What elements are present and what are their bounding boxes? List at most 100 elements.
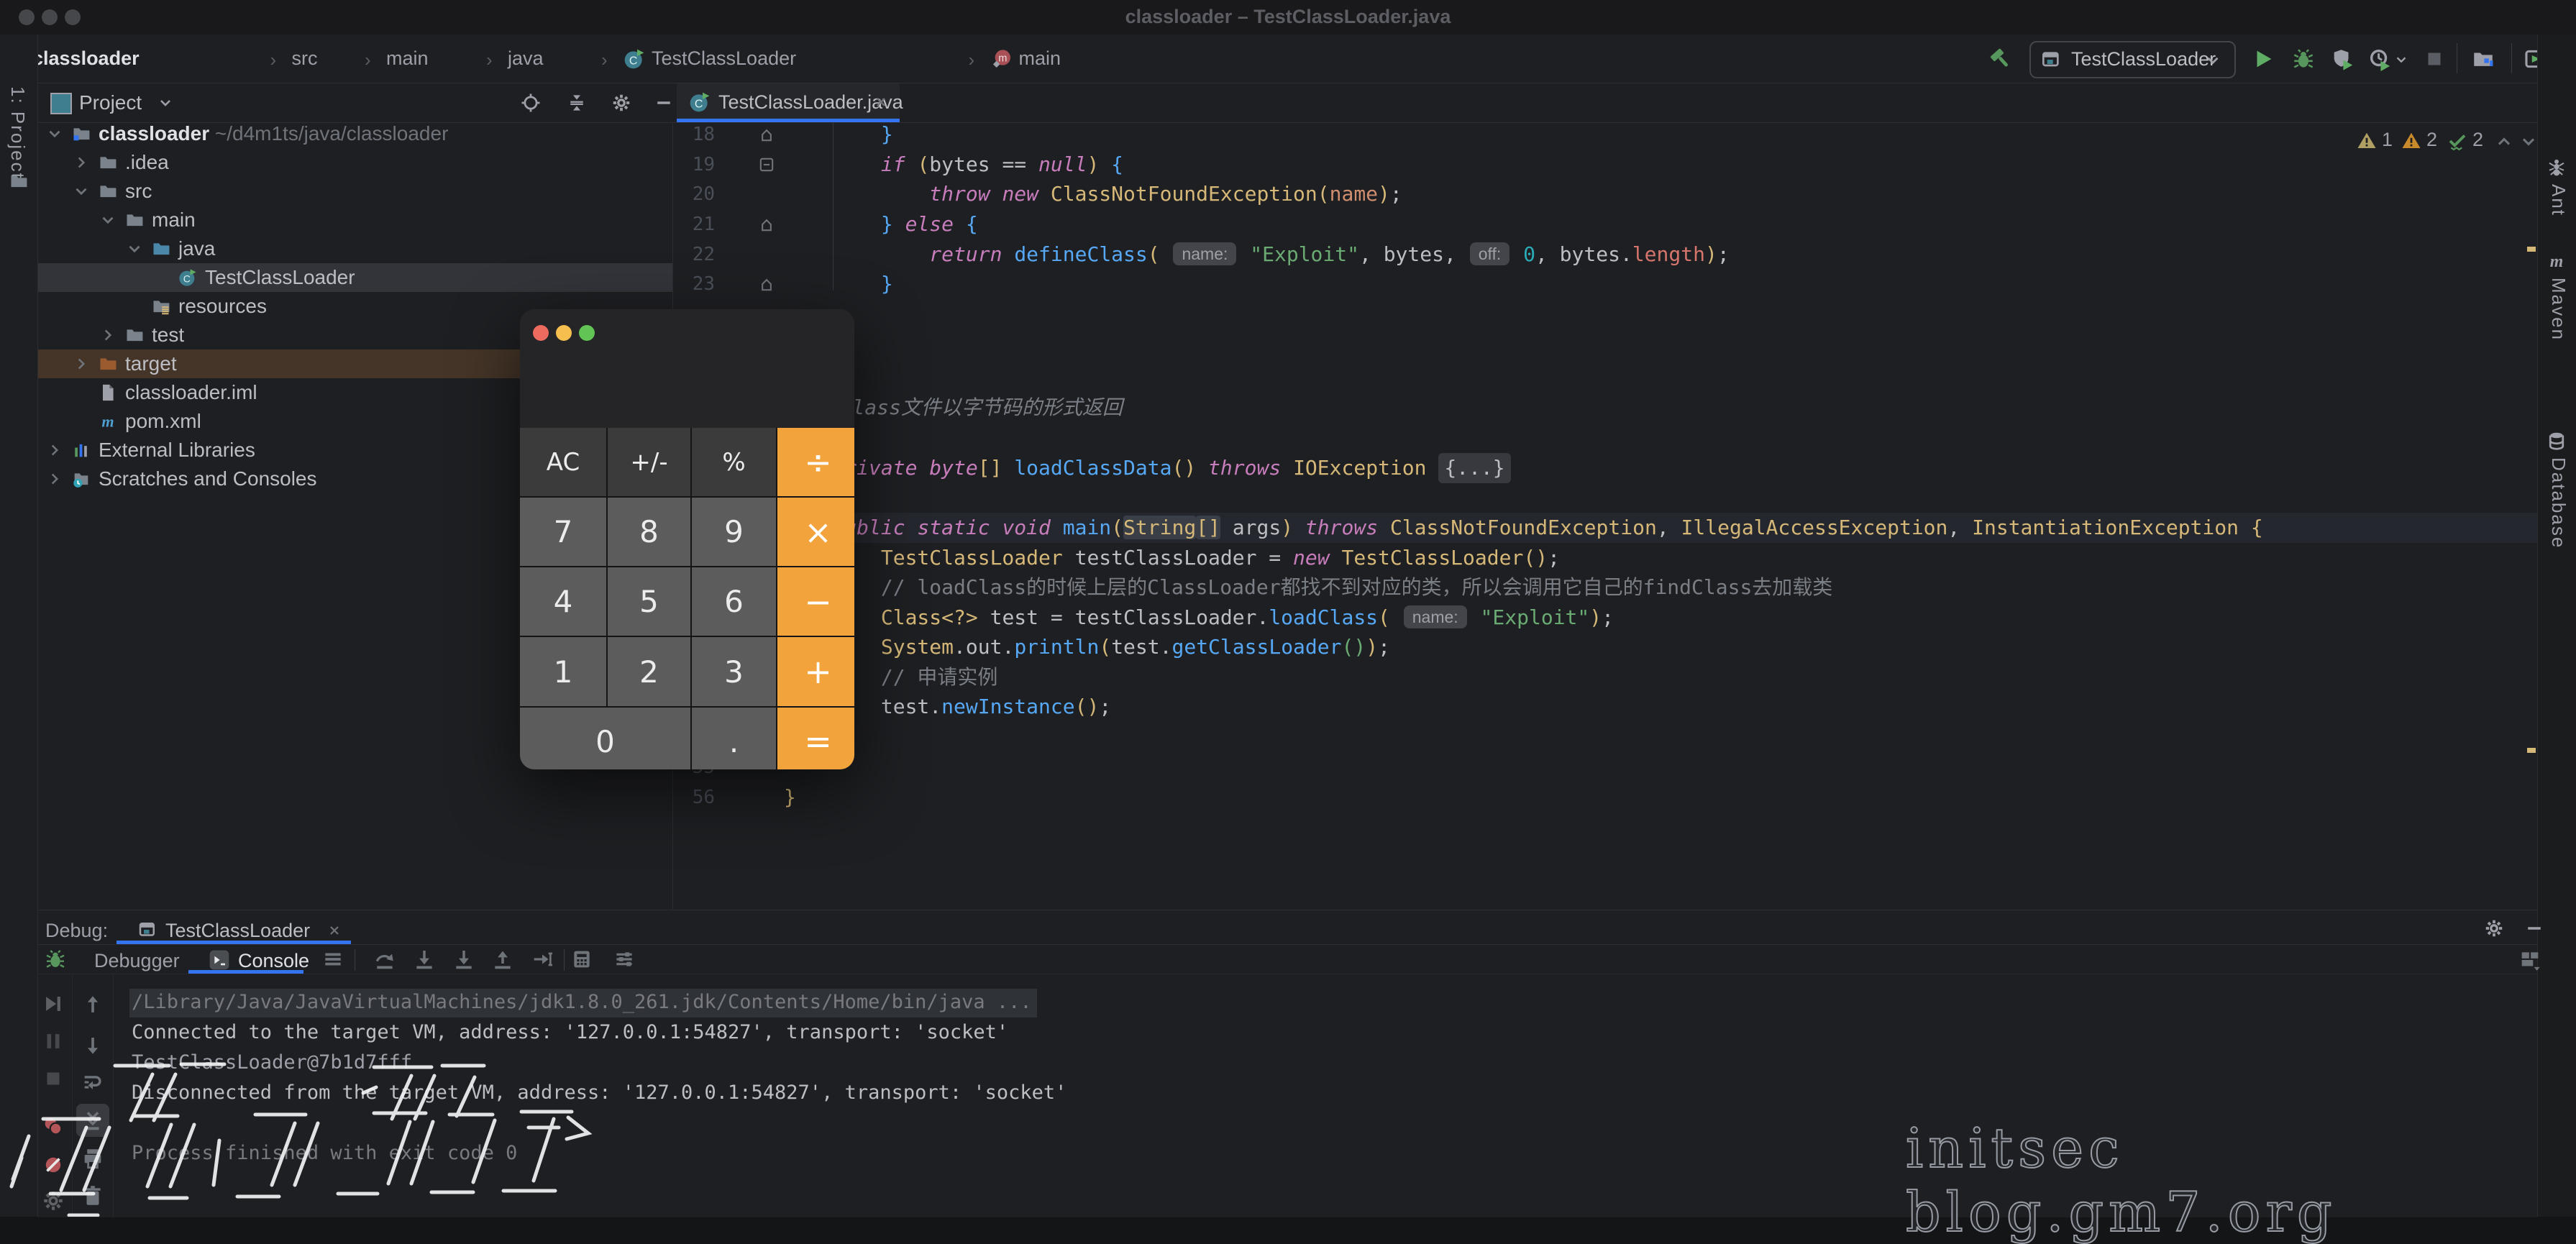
toolwindow-maven[interactable]: mMaven	[2538, 250, 2576, 337]
code-line[interactable]: public static void main(String[] args) t…	[784, 513, 2263, 543]
tree-row-src[interactable]: src	[38, 177, 672, 206]
calc-key-4[interactable]: 4	[520, 567, 606, 636]
collapse-all-button-icon[interactable]	[566, 92, 588, 114]
layout-settings-button-icon[interactable]	[613, 948, 636, 971]
chevron-expanded-icon[interactable]	[125, 239, 144, 258]
soft-wrap-button-icon[interactable]	[81, 1070, 105, 1094]
debug-header-settings-icon[interactable]	[2483, 918, 2505, 939]
tab-close-icon[interactable]	[872, 93, 890, 111]
tab-testclassloader-java[interactable]: CTestClassLoader.java	[677, 83, 900, 122]
step-out-button-icon[interactable]	[491, 948, 514, 971]
tree-row--idea[interactable]: .idea	[38, 148, 672, 177]
locate-file-button-icon[interactable]	[520, 92, 542, 114]
code-line[interactable]: return defineClass( name: "Exploit", byt…	[784, 239, 1730, 270]
chevron-collapsed-icon[interactable]	[45, 470, 64, 488]
toolwindow-database[interactable]: Database	[2538, 430, 2576, 516]
chevron-collapsed-icon[interactable]	[99, 326, 117, 344]
calc-zoom-button[interactable]	[579, 325, 595, 341]
debug-button-icon[interactable]	[2291, 47, 2316, 71]
calc-key-2[interactable]: 2	[608, 637, 690, 706]
tab-debugger[interactable]: Debugger	[94, 950, 180, 972]
debug-tab-close-icon[interactable]	[326, 922, 343, 939]
code-line[interactable]: if (bytes == null) {	[784, 150, 1123, 180]
calc-key-3[interactable]: 3	[692, 637, 776, 706]
step-into-button-icon[interactable]	[413, 948, 436, 971]
code-line[interactable]: private byte[] loadClassData() throws IO…	[784, 453, 1511, 483]
calc-key-9[interactable]: 9	[692, 498, 776, 566]
profiler-button-icon[interactable]	[2367, 47, 2392, 71]
code-line[interactable]: } else {	[784, 209, 978, 239]
breadcrumb-item-src[interactable]: src	[292, 47, 318, 70]
code-line[interactable]: }	[784, 123, 893, 150]
project-title-chevron-icon[interactable]	[157, 94, 174, 111]
chevron-expanded-icon[interactable]	[99, 211, 117, 229]
breadcrumb-item-java[interactable]: java	[508, 47, 544, 70]
mute-breakpoints-button-icon[interactable]	[41, 1153, 65, 1177]
code-line[interactable]: System.out.println(test.getClassLoader()…	[784, 632, 1390, 662]
run-configuration-select[interactable]: TestClassLoader	[2029, 41, 2236, 78]
code-line[interactable]: throw new ClassNotFoundException(name);	[784, 179, 1402, 209]
calc-key-6[interactable]: 6	[692, 567, 776, 636]
calc-key-+[interactable]: +	[777, 637, 854, 706]
calc-key-7[interactable]: 7	[520, 498, 606, 566]
chevron-collapsed-icon[interactable]	[72, 153, 91, 172]
calc-key-1[interactable]: 1	[520, 637, 606, 706]
tree-row-java[interactable]: java	[38, 234, 672, 263]
debug-header-hide-icon[interactable]	[2524, 918, 2545, 939]
chevron-expanded-icon[interactable]	[45, 124, 64, 143]
evaluate-expression-button-icon[interactable]	[570, 948, 593, 971]
toolwindow-ant[interactable]: Ant	[2538, 157, 2576, 243]
code-line[interactable]: }	[784, 269, 893, 299]
project-panel-title[interactable]: Project	[79, 91, 142, 114]
code-line[interactable]: TestClassLoader testClassLoader = new Te…	[784, 543, 1560, 573]
tab-console[interactable]: Console	[238, 950, 309, 972]
fold-marker-icon[interactable]	[757, 214, 777, 234]
console-menu-icon[interactable]	[321, 948, 344, 971]
view-breakpoints-button-icon[interactable]	[41, 1114, 65, 1138]
stripe-project-label[interactable]: 1: Project	[6, 86, 29, 180]
resume-button-icon[interactable]	[41, 992, 65, 1016]
calc-key-=[interactable]: =	[777, 708, 854, 769]
calc-key-0[interactable]: 0	[520, 708, 690, 769]
build-hammer-icon[interactable]	[1988, 46, 2014, 72]
breadcrumb-item-TestClassLoader[interactable]: TestClassLoader	[652, 47, 796, 70]
breadcrumb-item-main[interactable]: main	[1019, 47, 1061, 70]
up-stack-button-icon[interactable]	[81, 993, 105, 1017]
tree-row-classloader[interactable]: classloader ~/d4m1ts/java/classloader	[38, 119, 672, 148]
print-console-button-icon[interactable]	[81, 1146, 105, 1171]
fold-marker-icon[interactable]	[757, 274, 777, 294]
code-line[interactable]: }	[784, 782, 796, 813]
chevron-expanded-icon[interactable]	[72, 182, 91, 201]
project-structure-button-icon[interactable]	[2471, 47, 2495, 71]
calculator-window[interactable]: 0 AC+/-%÷789×456−123+0.=	[520, 309, 854, 769]
calc-key-8[interactable]: 8	[608, 498, 690, 566]
calc-key-AC[interactable]: AC	[520, 428, 606, 496]
scroll-to-end-button-icon[interactable]	[81, 1108, 105, 1133]
calc-key-%[interactable]: %	[692, 428, 776, 496]
pause-button-icon[interactable]	[41, 1029, 65, 1053]
fold-marker-icon[interactable]	[757, 155, 777, 175]
step-over-button-icon[interactable]	[373, 948, 396, 971]
editor[interactable]: 18 }19 if (bytes == null) {20 throw new …	[673, 123, 2537, 910]
debug-settings-button-icon[interactable]	[41, 1189, 65, 1213]
calc-key-+/-[interactable]: +/-	[608, 428, 690, 496]
calc-close-button[interactable]	[533, 325, 549, 341]
run-to-cursor-button-icon[interactable]	[531, 948, 554, 971]
breadcrumb-item-main[interactable]: main	[386, 47, 429, 70]
run-button-icon[interactable]	[2251, 47, 2275, 71]
stop-button-icon[interactable]	[2422, 47, 2447, 71]
fold-marker-icon[interactable]	[757, 124, 777, 145]
profiler-chevron-down-icon[interactable]	[2393, 52, 2409, 68]
code-line[interactable]: // loadClass的时候上层的ClassLoader都找不到对应的类，所以…	[784, 572, 1832, 603]
restore-layout-button-icon[interactable]	[2518, 948, 2542, 972]
next-problem-icon[interactable]	[2518, 132, 2537, 152]
calc-key-×[interactable]: ×	[777, 498, 854, 566]
prev-problem-icon[interactable]	[2494, 132, 2514, 152]
clear-console-button-icon[interactable]	[81, 1184, 105, 1208]
tree-row-main[interactable]: main	[38, 206, 672, 234]
calc-key-5[interactable]: 5	[608, 567, 690, 636]
breadcrumb-item-classloader[interactable]: classloader	[32, 47, 140, 70]
calc-minimize-button[interactable]	[556, 325, 572, 341]
tree-row-TestClassLoader[interactable]: CTestClassLoader	[38, 263, 672, 292]
hide-panel-button-icon[interactable]	[653, 92, 675, 114]
